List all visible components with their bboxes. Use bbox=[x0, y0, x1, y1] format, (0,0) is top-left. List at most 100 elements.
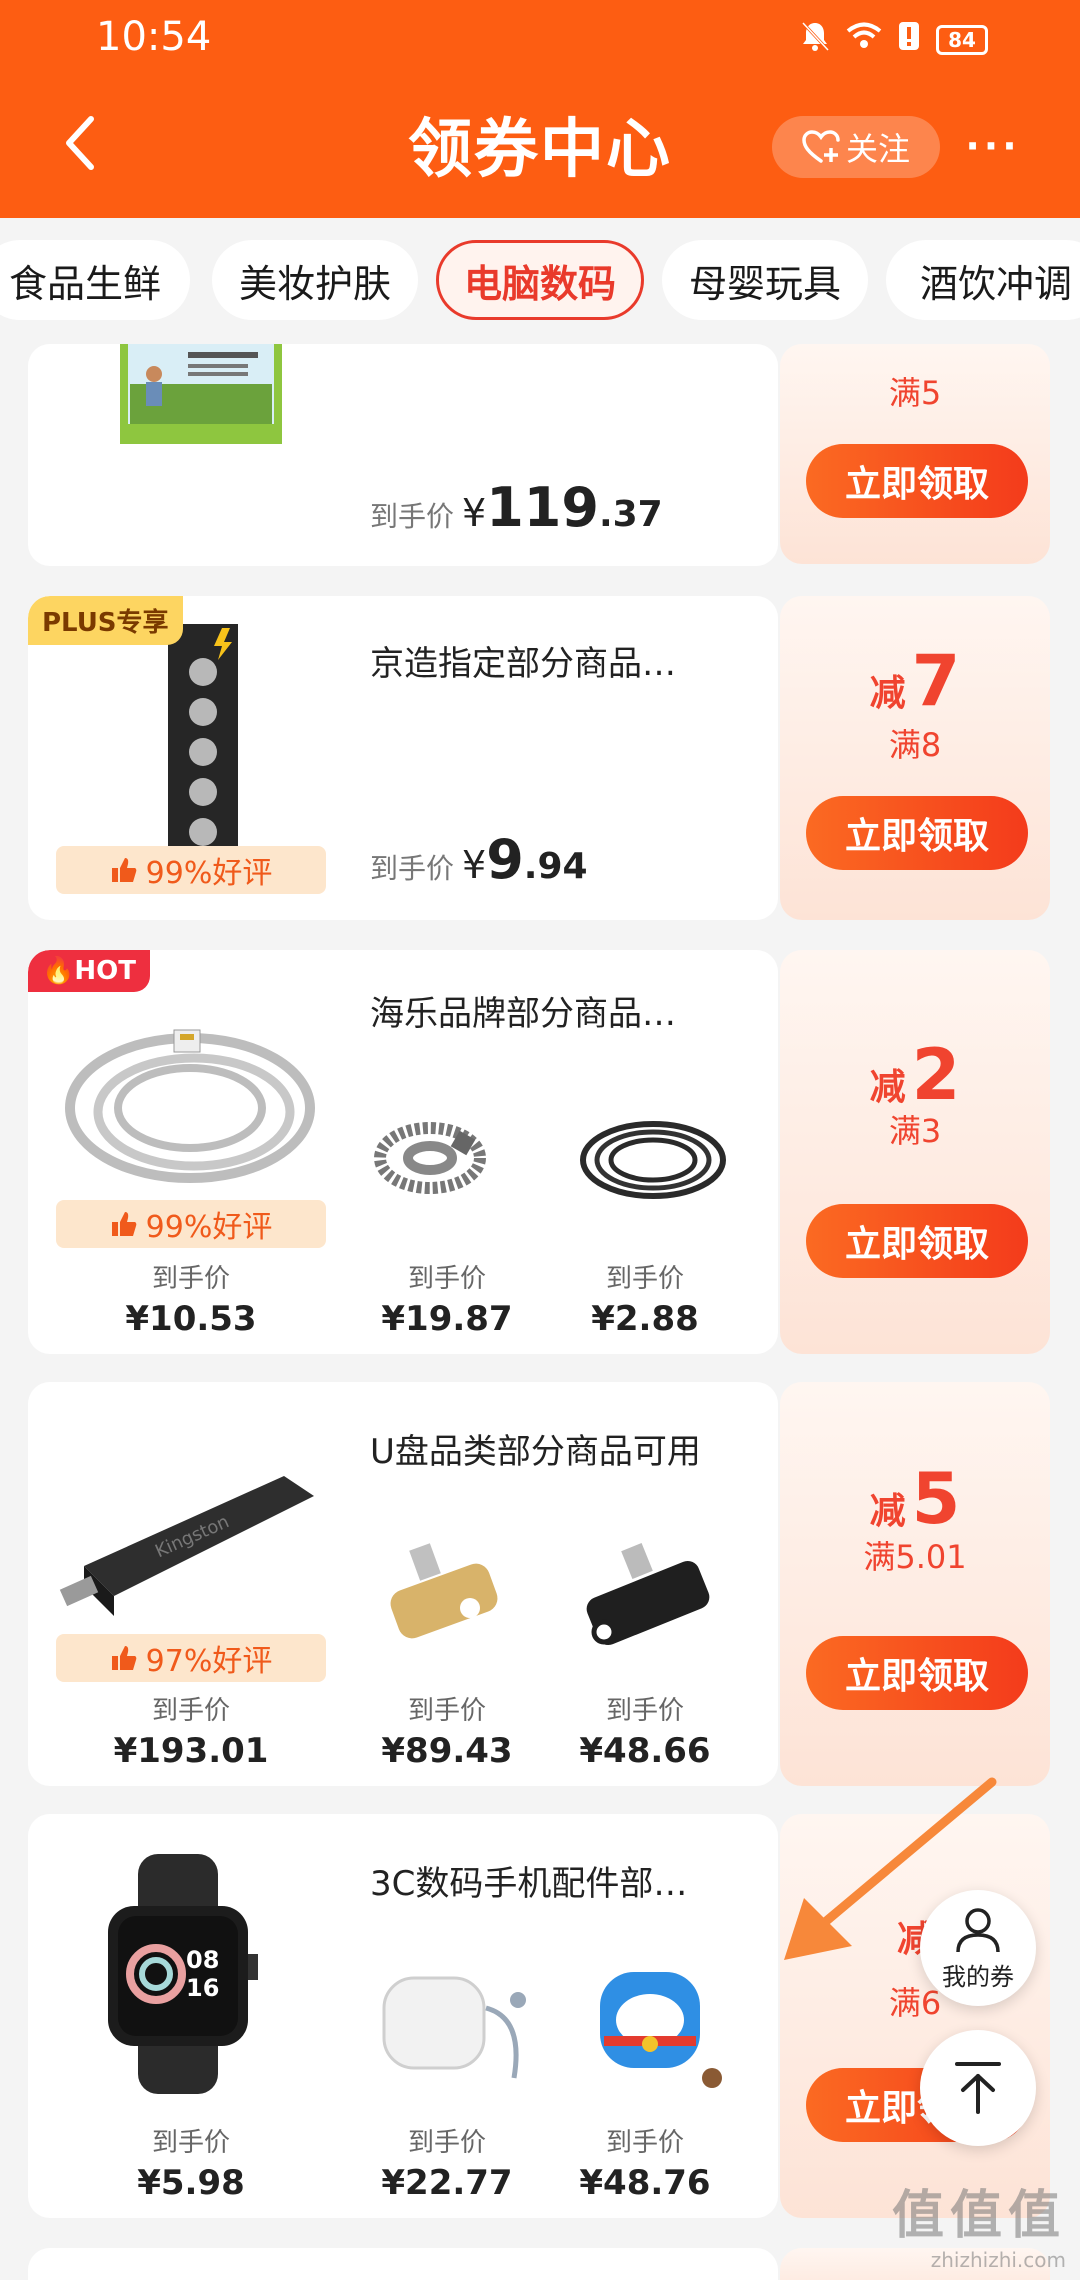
price-decimal: .37 bbox=[598, 494, 663, 535]
watermark-url: zhizhizhi.com bbox=[930, 2248, 1066, 2272]
status-icons: 84 bbox=[800, 20, 988, 59]
claim-button[interactable]: 立即领取 bbox=[806, 1204, 1028, 1278]
product-image: Kingston bbox=[54, 1446, 326, 1646]
battery-icon: 84 bbox=[936, 24, 988, 55]
follow-button[interactable]: 关注 bbox=[772, 116, 940, 178]
price-value: ¥2.88 bbox=[591, 1299, 699, 1339]
price-value: ¥48.66 bbox=[579, 1731, 711, 1771]
sub-price: 到手价 ¥48.66 bbox=[560, 1690, 730, 1771]
price-value: ¥193.01 bbox=[113, 1731, 269, 1771]
tab-beauty[interactable]: 美妆护肤 bbox=[212, 240, 418, 320]
rating-text: 99%好评 bbox=[145, 1210, 273, 1245]
price-value: ¥10.53 bbox=[125, 1299, 257, 1339]
product-title: U盘品类部分商品可用 bbox=[370, 1432, 701, 1472]
price-value: ¥19.87 bbox=[381, 1299, 513, 1339]
tab-baby-toys[interactable]: 母婴玩具 bbox=[662, 240, 868, 320]
sub-price: 到手价 ¥89.43 bbox=[362, 1690, 532, 1771]
wifi-icon bbox=[846, 22, 882, 57]
flame-icon: 🔥 bbox=[42, 956, 75, 986]
heart-plus-icon bbox=[802, 130, 840, 163]
tab-computer-digital[interactable]: 电脑数码 bbox=[436, 240, 644, 320]
sub-price: 到手价 ¥5.98 bbox=[106, 2122, 276, 2203]
coupon-panel: 减7 满8 立即领取 bbox=[780, 596, 1050, 920]
product-card[interactable] bbox=[28, 2248, 778, 2280]
final-price: 到手价 ¥9.94 bbox=[370, 828, 588, 891]
hot-badge: 🔥HOT bbox=[28, 950, 150, 992]
price-integer: 119 bbox=[486, 476, 599, 539]
watermark-text: 值值值 bbox=[891, 2186, 1066, 2246]
product-card[interactable]: 🔥HOT 99%好评 海乐品牌部分商品… 到手价 ¥10.53 到手价 ¥19.… bbox=[28, 950, 778, 1354]
product-thumbnail[interactable] bbox=[374, 1532, 504, 1656]
final-price-label: 到手价 bbox=[407, 2128, 486, 2158]
coupon-minimum: 满5 bbox=[888, 374, 942, 412]
svg-text:16: 16 bbox=[186, 1974, 219, 2002]
more-button[interactable]: ··· bbox=[958, 118, 1028, 174]
final-price-label: 到手价 bbox=[370, 852, 455, 885]
product-thumbnail[interactable] bbox=[580, 1954, 730, 2094]
currency-symbol: ¥ bbox=[462, 843, 487, 887]
rating-badge: 97%好评 bbox=[56, 1634, 326, 1682]
final-price-label: 到手价 bbox=[407, 1696, 486, 1726]
product-card[interactable]: PLUS专享 99%好评 京造指定部分商品… 到手价 ¥9.94 bbox=[28, 596, 778, 920]
final-price: 到手价 ¥119.37 bbox=[370, 476, 663, 539]
my-coupons-label: 我的券 bbox=[942, 1962, 1014, 1991]
claim-button[interactable]: 立即领取 bbox=[806, 796, 1028, 870]
my-coupons-button[interactable]: 我的券 bbox=[920, 1890, 1036, 2006]
product-thumbnail[interactable] bbox=[568, 1100, 738, 1210]
tab-drinks[interactable]: 酒饮冲调 bbox=[886, 240, 1080, 320]
product-image bbox=[88, 344, 314, 456]
final-price-label: 到手价 bbox=[605, 2128, 684, 2158]
rating-badge: 99%好评 bbox=[56, 1200, 326, 1248]
product-card[interactable]: 到手价 ¥119.37 bbox=[28, 344, 778, 566]
status-time: 10:54 bbox=[96, 14, 212, 60]
product-thumbnail[interactable] bbox=[572, 1532, 722, 1656]
final-price-label: 到手价 bbox=[151, 1264, 230, 1294]
tab-food[interactable]: 食品生鲜 bbox=[0, 240, 190, 320]
plus-exclusive-badge: PLUS专享 bbox=[28, 596, 183, 645]
rating-badge: 99%好评 bbox=[56, 846, 326, 894]
arrow-up-icon bbox=[955, 2062, 1001, 2114]
category-tabs: 食品生鲜 美妆护肤 电脑数码 母婴玩具 酒饮冲调 bbox=[0, 218, 1080, 344]
currency-symbol: ¥ bbox=[462, 491, 487, 535]
thumbs-up-icon bbox=[111, 858, 136, 882]
price-value: ¥48.76 bbox=[579, 2163, 711, 2203]
product-thumbnail[interactable] bbox=[374, 1958, 544, 2088]
final-price-label: 到手价 bbox=[151, 1696, 230, 1726]
claim-button[interactable]: 立即领取 bbox=[806, 444, 1028, 518]
follow-label: 关注 bbox=[845, 130, 910, 168]
product-card[interactable]: 08 16 3C数码手机配件部… 到手价 ¥5.98 到手价 ¥22.77 到手价… bbox=[28, 1814, 778, 2218]
claim-button[interactable]: 立即领取 bbox=[806, 1636, 1028, 1710]
user-icon bbox=[956, 1907, 1000, 1952]
coupon-panel: 减5 满5.01 立即领取 bbox=[780, 1382, 1050, 1786]
final-price-label: 到手价 bbox=[407, 1264, 486, 1294]
sub-price: 到手价 ¥48.76 bbox=[560, 2122, 730, 2203]
thumbs-up-icon bbox=[111, 1646, 136, 1670]
final-price-label: 到手价 bbox=[370, 500, 455, 533]
sub-price: 到手价 ¥19.87 bbox=[362, 1258, 532, 1339]
svg-text:08: 08 bbox=[186, 1946, 219, 1974]
coupon-amount: 减5 bbox=[869, 1458, 961, 1540]
final-price-label: 到手价 bbox=[151, 2128, 230, 2158]
app-header: 10:54 84 领券中心 关注 ··· bbox=[0, 0, 1080, 218]
coupon-amount: 减2 bbox=[869, 1034, 961, 1116]
sub-price: 到手价 ¥193.01 bbox=[106, 1690, 276, 1771]
rating-text: 99%好评 bbox=[145, 856, 273, 891]
product-title: 京造指定部分商品… bbox=[370, 644, 676, 684]
coupon-minimum: 满3 bbox=[888, 1112, 942, 1150]
price-value: ¥89.43 bbox=[381, 1731, 513, 1771]
scroll-to-top-button[interactable] bbox=[920, 2030, 1036, 2146]
price-value: ¥22.77 bbox=[381, 2163, 513, 2203]
coupon-panel: 减2 满3 立即领取 bbox=[780, 950, 1050, 1354]
coupon-minimum: 满5.01 bbox=[863, 1538, 967, 1576]
product-title: 海乐品牌部分商品… bbox=[370, 994, 676, 1034]
thumbs-up-icon bbox=[111, 1212, 136, 1236]
product-image: 08 16 bbox=[78, 1854, 288, 2094]
coupon-panel: 满5 立即领取 bbox=[780, 344, 1050, 564]
product-title: 3C数码手机配件部… bbox=[370, 1864, 688, 1904]
product-card[interactable]: Kingston 97%好评 U盘品类部分商品可用 到手价 ¥193.01 到手… bbox=[28, 1382, 778, 1786]
product-thumbnail[interactable] bbox=[370, 1100, 490, 1210]
alert-icon bbox=[898, 21, 920, 58]
watermark-logo: 值值值 zhizhizhi.com bbox=[892, 2173, 1066, 2272]
sub-price: 到手价 ¥10.53 bbox=[106, 1258, 276, 1339]
final-price-label: 到手价 bbox=[605, 1696, 684, 1726]
